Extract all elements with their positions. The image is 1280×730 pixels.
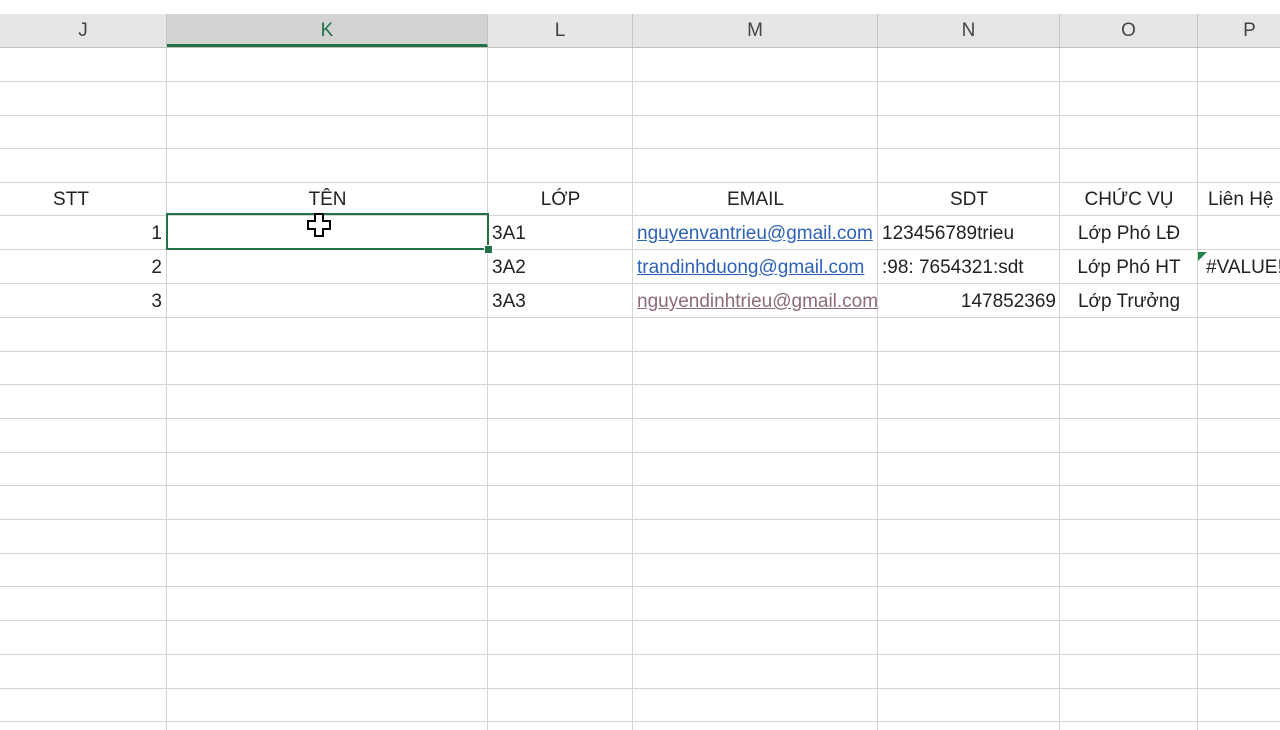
column-header-k[interactable]: K (167, 14, 488, 47)
column-header-n[interactable]: N (878, 14, 1060, 47)
spreadsheet: J K L M N O P STT TÊN LỚP EMAIL SDT CHỨC… (0, 0, 1280, 730)
header-lop[interactable]: LỚP (488, 183, 633, 216)
header-sdt[interactable]: SDT (878, 183, 1060, 216)
row-3-lop[interactable]: 3A3 (488, 285, 633, 318)
row-2-sdt[interactable]: :98: 7654321:sdt (878, 251, 1060, 284)
row-3-sdt[interactable]: 147852369 (878, 285, 1060, 318)
column-header-o[interactable]: O (1060, 14, 1198, 47)
row-1-chuc-vu[interactable]: Lớp Phó LĐ (1060, 217, 1198, 250)
header-email[interactable]: EMAIL (633, 183, 878, 216)
row-2-lop[interactable]: 3A2 (488, 251, 633, 284)
header-chuc-vu[interactable]: CHỨC VỤ (1060, 183, 1198, 216)
row-3-email-link[interactable]: nguyendinhtrieu@gmail.com (633, 285, 878, 318)
row-2-email-link[interactable]: trandinhduong@gmail.com (633, 251, 878, 284)
row-1-sdt[interactable]: 123456789trieu (878, 217, 1060, 250)
column-header-p[interactable]: P (1198, 14, 1280, 47)
header-stt[interactable]: STT (0, 183, 142, 216)
cell-grid[interactable] (0, 48, 1280, 730)
row-3-stt[interactable]: 3 (0, 285, 166, 318)
column-header-bar: J K L M N O P (0, 14, 1280, 48)
row-1-email-link[interactable]: nguyenvantrieu@gmail.com (633, 217, 878, 250)
header-lien-he[interactable]: Liên Hệ (1208, 183, 1280, 216)
row-1-stt[interactable]: 1 (0, 217, 166, 250)
row-1-lop[interactable]: 3A1 (488, 217, 633, 250)
column-header-j[interactable]: J (0, 14, 167, 47)
column-header-l[interactable]: L (488, 14, 633, 47)
row-3-chuc-vu[interactable]: Lớp Trưởng (1060, 285, 1198, 318)
error-indicator-triangle-icon[interactable] (1198, 252, 1207, 261)
row-2-stt[interactable]: 2 (0, 251, 166, 284)
excel-plus-cursor-icon (307, 213, 331, 237)
fill-handle[interactable] (484, 245, 493, 254)
column-header-m[interactable]: M (633, 14, 878, 47)
row-2-chuc-vu[interactable]: Lớp Phó HT (1060, 251, 1198, 284)
row-2-lien-he-error[interactable]: #VALUE! (1204, 251, 1280, 284)
